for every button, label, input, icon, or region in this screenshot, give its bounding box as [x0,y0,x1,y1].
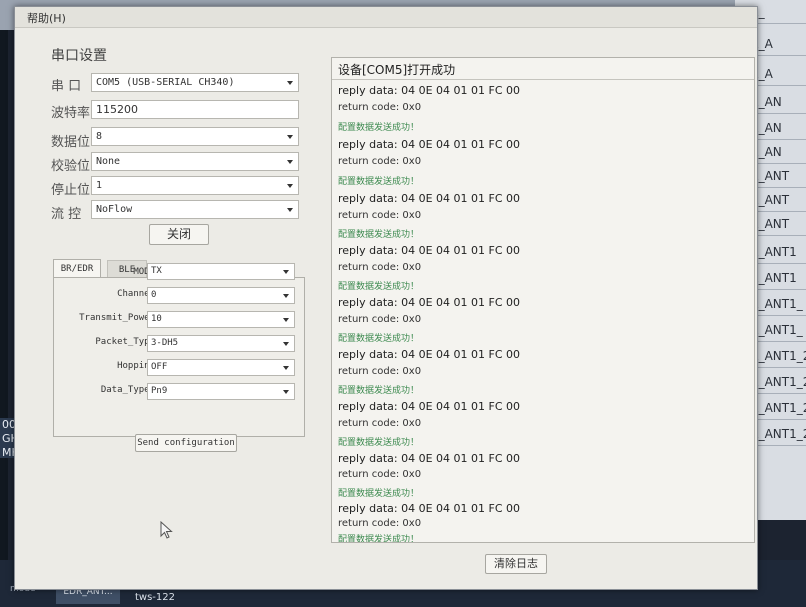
clear-log-button[interactable]: 清除日志 [485,554,547,574]
log-success-line: 配置数据发送成功！ [338,177,420,187]
databits-select[interactable]: 8 [91,127,299,146]
packet-type-select-value: 3-DH5 [151,338,179,348]
log-success-line: 配置数据发送成功！ [338,535,420,543]
chevron-down-icon [283,342,289,346]
log-reply-line: reply data: 04 0E 04 01 01 FC 00 [338,502,520,515]
log-code-line: return code: 0x0 [338,210,422,221]
baud-rate-input[interactable]: 115200 [91,100,299,119]
log-reply-line: reply data: 04 0E 04 01 01 FC 00 [338,84,520,97]
close-port-button[interactable]: 关闭 [149,224,209,245]
channel-label: Channel [117,289,155,299]
transmit-power-select[interactable]: 10 [147,311,295,328]
log-code-line: return code: 0x0 [338,366,422,377]
log-reply-line: reply data: 04 0E 04 01 01 FC 00 [338,348,520,361]
mouse-cursor-icon [160,521,173,539]
log-success-line: 配置数据发送成功！ [338,123,420,133]
log-success-line: 配置数据发送成功！ [338,282,420,292]
packet-type-select[interactable]: 3-DH5 [147,335,295,352]
serial-settings-title: 串口设置 [51,48,107,64]
data-types-select[interactable]: Pn9 [147,383,295,400]
hopping-label: Hopping [117,361,155,371]
stopbits-select-value: 1 [96,180,103,191]
stopbits-label: 停止位 [51,183,91,198]
databits-label: 数据位 [51,135,91,150]
transmit-power-select-value: 10 [151,314,162,324]
log-code-line: return code: 0x0 [338,156,422,167]
log-code-line: return code: 0x0 [338,102,422,113]
log-code-line: return code: 0x0 [338,314,422,325]
port-label: 串 口 [51,79,82,94]
log-reply-line: reply data: 04 0E 04 01 01 FC 00 [338,192,520,205]
mode-label: MODE [133,267,155,277]
log-header: 设备[COM5]打开成功 [332,58,754,80]
chevron-down-icon [287,208,293,212]
chevron-down-icon [287,160,293,164]
hopping-select[interactable]: OFF [147,359,295,376]
packet-type-label: Packet_Type [95,337,155,347]
log-panel: 设备[COM5]打开成功 reply data: 04 0E 04 01 01 … [331,57,755,543]
chevron-down-icon [283,270,289,274]
taskbar-item-tianyi-sub: tws-122 [135,592,176,603]
log-code-line: return code: 0x0 [338,469,422,480]
chevron-down-icon [283,390,289,394]
log-success-line: 配置数据发送成功！ [338,334,420,344]
baud-label: 波特率 [51,106,91,121]
parity-select-value: None [96,156,121,167]
log-reply-line: reply data: 04 0E 04 01 01 FC 00 [338,400,520,413]
mode-select[interactable]: TX [147,263,295,280]
flow-control-select[interactable]: NoFlow [91,200,299,219]
menubar: 帮助(H) [15,7,757,28]
stopbits-select[interactable]: 1 [91,176,299,195]
mode-select-value: TX [151,266,162,276]
flow-label: 流 控 [51,207,82,222]
chevron-down-icon [283,318,289,322]
hopping-select-value: OFF [151,362,168,372]
log-reply-line: reply data: 04 0E 04 01 01 FC 00 [338,452,520,465]
serial-tool-window: 帮助(H) 串口设置 串 口 COM5 (USB-SERIAL CH340) 波… [14,6,758,590]
chevron-down-icon [287,135,293,139]
chevron-down-icon [287,81,293,85]
parity-label: 校验位 [51,159,91,174]
parity-select[interactable]: None [91,152,299,171]
log-code-line: return code: 0x0 [338,262,422,273]
send-configuration-button[interactable]: Send configuration [135,434,237,452]
transmit-power-label: Transmit_Power [79,313,155,323]
log-code-line: return code: 0x0 [338,418,422,429]
databits-select-value: 8 [96,131,103,142]
flow-control-select-value: NoFlow [96,204,133,215]
chevron-down-icon [283,366,289,370]
port-select-value: COM5 (USB-SERIAL CH340) [96,77,235,88]
log-success-line: 配置数据发送成功！ [338,489,420,499]
log-reply-line: reply data: 04 0E 04 01 01 FC 00 [338,244,520,257]
log-success-line: 配置数据发送成功！ [338,438,420,448]
log-success-line: 配置数据发送成功！ [338,386,420,396]
chevron-down-icon [287,184,293,188]
background-left-strip [0,30,8,600]
port-select[interactable]: COM5 (USB-SERIAL CH340) [91,73,299,92]
log-reply-line: reply data: 04 0E 04 01 01 FC 00 [338,138,520,151]
channel-select[interactable]: 0 [147,287,295,304]
data-types-select-value: Pn9 [151,386,168,396]
log-reply-line: reply data: 04 0E 04 01 01 FC 00 [338,296,520,309]
channel-select-value: 0 [151,290,157,300]
chevron-down-icon [283,294,289,298]
menu-help[interactable]: 帮助(H) [27,10,66,26]
data-types-label: Data_Types [100,385,155,395]
log-success-line: 配置数据发送成功！ [338,230,420,240]
log-code-line: return code: 0x0 [338,518,422,529]
